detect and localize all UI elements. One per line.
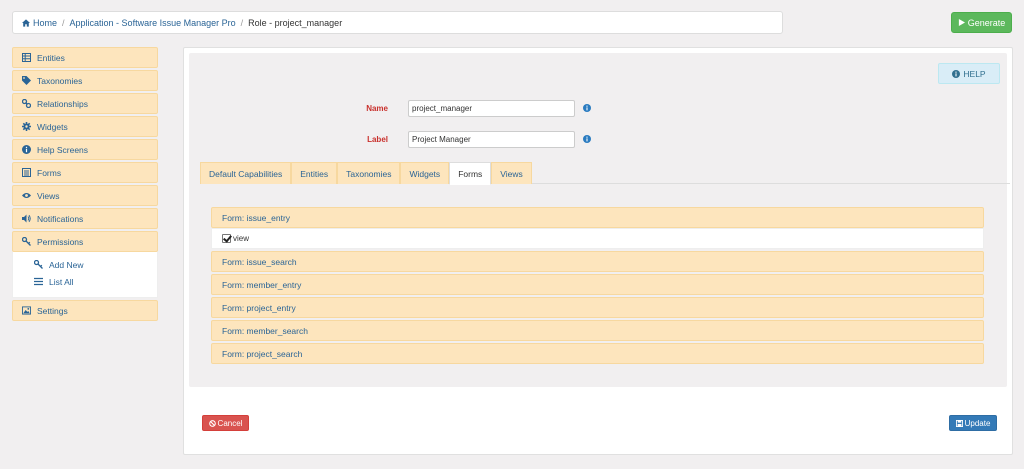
breadcrumb-separator: / bbox=[240, 17, 244, 28]
help-label: HELP bbox=[963, 68, 986, 79]
sidebar-item-entities[interactable]: Entities bbox=[12, 47, 158, 68]
eye-icon bbox=[22, 191, 31, 200]
sidebar-item-widgets[interactable]: Widgets bbox=[12, 116, 158, 137]
forms-accordion: Form: issue_entry view Form: issue_searc… bbox=[211, 207, 984, 366]
accordion-header-issue-entry[interactable]: Form: issue_entry bbox=[211, 207, 984, 228]
sidebar-item-forms[interactable]: Forms bbox=[12, 162, 158, 183]
update-label: Update bbox=[964, 418, 991, 428]
submenu-item-label: List All bbox=[49, 276, 74, 287]
sidebar-item-label: Taxonomies bbox=[37, 75, 83, 86]
sidebar-item-notifications[interactable]: Notifications bbox=[12, 208, 158, 229]
ban-icon bbox=[208, 419, 216, 427]
view-checkbox-label: view bbox=[233, 234, 250, 243]
accordion-header-project-entry[interactable]: Form: project_entry bbox=[211, 297, 984, 318]
key-icon bbox=[22, 237, 31, 246]
submenu-item-list-all[interactable]: List All bbox=[13, 273, 157, 290]
sidebar-item-label: Notifications bbox=[37, 213, 84, 224]
image-icon bbox=[22, 306, 31, 315]
info-icon bbox=[22, 145, 31, 154]
sidebar-item-label: Views bbox=[37, 190, 60, 201]
update-button[interactable]: Update bbox=[949, 415, 997, 431]
permissions-submenu: Add New List All bbox=[12, 252, 158, 298]
table-icon bbox=[22, 53, 31, 62]
sidebar-item-label: Relationships bbox=[37, 98, 89, 109]
tab-entities[interactable]: Entities bbox=[291, 162, 338, 184]
key-icon bbox=[34, 260, 43, 269]
sidebar: Entities Taxonomies Relationships Widget… bbox=[12, 47, 158, 323]
submenu-item-add-new[interactable]: Add New bbox=[13, 256, 157, 273]
name-info-icon[interactable] bbox=[583, 104, 591, 112]
name-label: Name bbox=[366, 104, 388, 113]
sidebar-item-label: Help Screens bbox=[37, 144, 89, 155]
gear-icon bbox=[22, 122, 31, 131]
generate-button[interactable]: Generate bbox=[951, 12, 1012, 33]
home-icon bbox=[22, 18, 30, 27]
role-form-panel: HELP Name Label Default Capabilities Ent… bbox=[189, 53, 1010, 387]
capability-tabs: Default Capabilities Entities Taxonomies… bbox=[200, 162, 1010, 185]
view-checkbox[interactable] bbox=[222, 234, 231, 243]
sidebar-item-relationships[interactable]: Relationships bbox=[12, 93, 158, 114]
tab-views[interactable]: Views bbox=[491, 162, 532, 184]
main-panel: HELP Name Label Default Capabilities Ent… bbox=[183, 47, 1013, 455]
submenu-item-label: Add New bbox=[49, 259, 84, 270]
accordion-header-issue-search[interactable]: Form: issue_search bbox=[211, 251, 984, 272]
accordion-header-project-search[interactable]: Form: project_search bbox=[211, 343, 984, 364]
name-field[interactable] bbox=[408, 100, 575, 117]
save-icon bbox=[955, 419, 963, 427]
list-icon bbox=[34, 277, 43, 286]
sidebar-item-label: Settings bbox=[37, 305, 68, 316]
breadcrumb-application[interactable]: Application - Software Issue Manager Pro bbox=[70, 18, 236, 28]
tab-widgets[interactable]: Widgets bbox=[400, 162, 450, 184]
accordion-header-member-search[interactable]: Form: member_search bbox=[211, 320, 984, 341]
tab-forms[interactable]: Forms bbox=[449, 162, 492, 185]
play-icon bbox=[958, 19, 965, 26]
label-info-icon[interactable] bbox=[583, 135, 591, 143]
breadcrumb-separator: / bbox=[62, 17, 65, 28]
sidebar-item-permissions[interactable]: Permissions bbox=[12, 231, 158, 252]
sidebar-item-label: Forms bbox=[37, 167, 62, 178]
sidebar-item-label: Entities bbox=[37, 52, 65, 63]
link-icon bbox=[22, 99, 31, 108]
generate-label: Generate bbox=[967, 17, 1006, 28]
breadcrumb: Home / Application - Software Issue Mana… bbox=[12, 11, 783, 34]
accordion-body-issue-entry: view bbox=[211, 228, 984, 249]
sidebar-item-views[interactable]: Views bbox=[12, 185, 158, 206]
sidebar-item-label: Widgets bbox=[37, 121, 68, 132]
breadcrumb-home[interactable]: Home bbox=[33, 18, 57, 28]
cancel-button[interactable]: Cancel bbox=[202, 415, 249, 431]
label-label: Label bbox=[367, 135, 388, 144]
list-icon bbox=[22, 168, 31, 177]
sidebar-item-settings[interactable]: Settings bbox=[12, 300, 158, 321]
cancel-label: Cancel bbox=[217, 418, 243, 428]
tab-default-capabilities[interactable]: Default Capabilities bbox=[200, 162, 292, 184]
tag-icon bbox=[22, 76, 31, 85]
sidebar-item-taxonomies[interactable]: Taxonomies bbox=[12, 70, 158, 91]
accordion-header-member-entry[interactable]: Form: member_entry bbox=[211, 274, 984, 295]
help-button[interactable]: HELP bbox=[938, 63, 1000, 84]
breadcrumb-current: Role - project_manager bbox=[248, 17, 343, 28]
sidebar-item-help-screens[interactable]: Help Screens bbox=[12, 139, 158, 160]
tab-taxonomies[interactable]: Taxonomies bbox=[337, 162, 401, 184]
volume-icon bbox=[22, 214, 31, 223]
label-field[interactable] bbox=[408, 131, 575, 148]
info-icon bbox=[952, 69, 961, 78]
sidebar-item-label: Permissions bbox=[37, 236, 84, 247]
